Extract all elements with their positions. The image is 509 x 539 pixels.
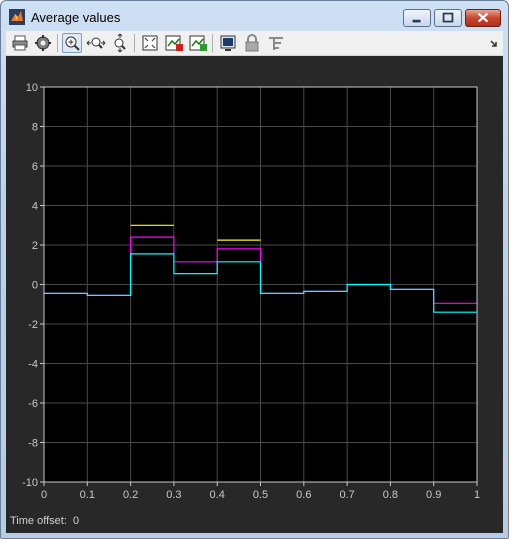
toolbar-separator [57,34,58,52]
zoom-in-icon [65,36,80,51]
zoom-x-icon [86,37,106,49]
floating-scope-button[interactable] [218,33,238,53]
y-tick-label: -10 [22,477,38,489]
x-tick-label: 0.6 [296,489,311,501]
time-offset-value: 0 [72,515,80,527]
title-bar[interactable]: Average values [1,1,508,31]
y-tick-label: -2 [28,319,38,331]
y-tick-label: 4 [32,201,38,213]
restore-axes-button[interactable] [188,33,208,53]
save-axes-icon [165,35,183,51]
lock-axes-button[interactable] [242,33,262,53]
zoom-y-icon [114,33,126,53]
floating-scope-icon [220,35,236,51]
close-button[interactable] [465,9,501,27]
scope-window: Average values 0 0.1 0.2 0.3 0.4 0.5 0.6… [0,0,509,539]
autoscale-icon [142,35,158,51]
x-tick-label: 0.8 [383,489,398,501]
print-button[interactable] [10,33,30,53]
y-tick-label: -6 [28,398,38,410]
scope-chart[interactable]: 0 0.1 0.2 0.3 0.4 0.5 0.6 0.7 0.8 0.9 1 10 8 6 4 2 0 -2 -4… [6,56,503,511]
y-tick-label: 8 [32,122,38,134]
autoscale-button[interactable] [140,33,160,53]
x-tick-label: 0.2 [123,489,138,501]
y-tick-label: 10 [26,82,38,94]
y-tick-label: 6 [32,161,38,173]
parameters-button[interactable] [33,33,53,53]
minimize-button[interactable] [403,9,431,27]
close-icon [477,12,489,23]
maximize-icon [442,12,454,23]
toolbar [6,31,503,56]
x-tick-label: 0.4 [210,489,225,501]
time-offset-label: Time offset: [10,515,67,527]
zoom-x-button[interactable] [86,33,106,53]
signal-selection-icon [269,37,283,50]
x-tick-label: 0.1 [80,489,95,501]
zoom-y-button[interactable] [110,33,130,53]
lock-icon [245,34,259,52]
x-tick-label: 0.3 [166,489,181,501]
maximize-button[interactable] [434,9,462,27]
printer-icon [12,35,28,51]
y-tick-label: 2 [32,240,38,252]
zoom-in-button[interactable] [62,33,82,53]
restore-axes-icon [189,35,207,51]
toolbar-overflow-button[interactable] [484,33,504,53]
x-tick-label: 0.5 [253,489,268,501]
y-tick-label: -4 [28,359,38,371]
window-title: Average values [31,10,121,25]
y-tick-label: 0 [32,280,38,292]
plot-area: 0 0.1 0.2 0.3 0.4 0.5 0.6 0.7 0.8 0.9 1 10 8 6 4 2 0 -2 -4… [6,56,503,533]
minimize-icon [412,19,421,23]
x-tick-label: 0.7 [339,489,354,501]
toolbar-separator [134,34,135,52]
x-tick-label: 0.9 [426,489,441,501]
dock-arrow-icon [490,40,497,47]
matlab-icon [9,9,25,25]
x-tick-label: 0 [41,489,47,501]
save-axes-button[interactable] [164,33,184,53]
time-offset-status: Time offset: 0 [10,515,79,527]
toolbar-separator [212,34,213,52]
y-tick-label: -8 [28,438,38,450]
signal-selection-button[interactable] [266,33,286,53]
x-tick-label: 1 [474,489,480,501]
gear-icon [35,35,51,51]
